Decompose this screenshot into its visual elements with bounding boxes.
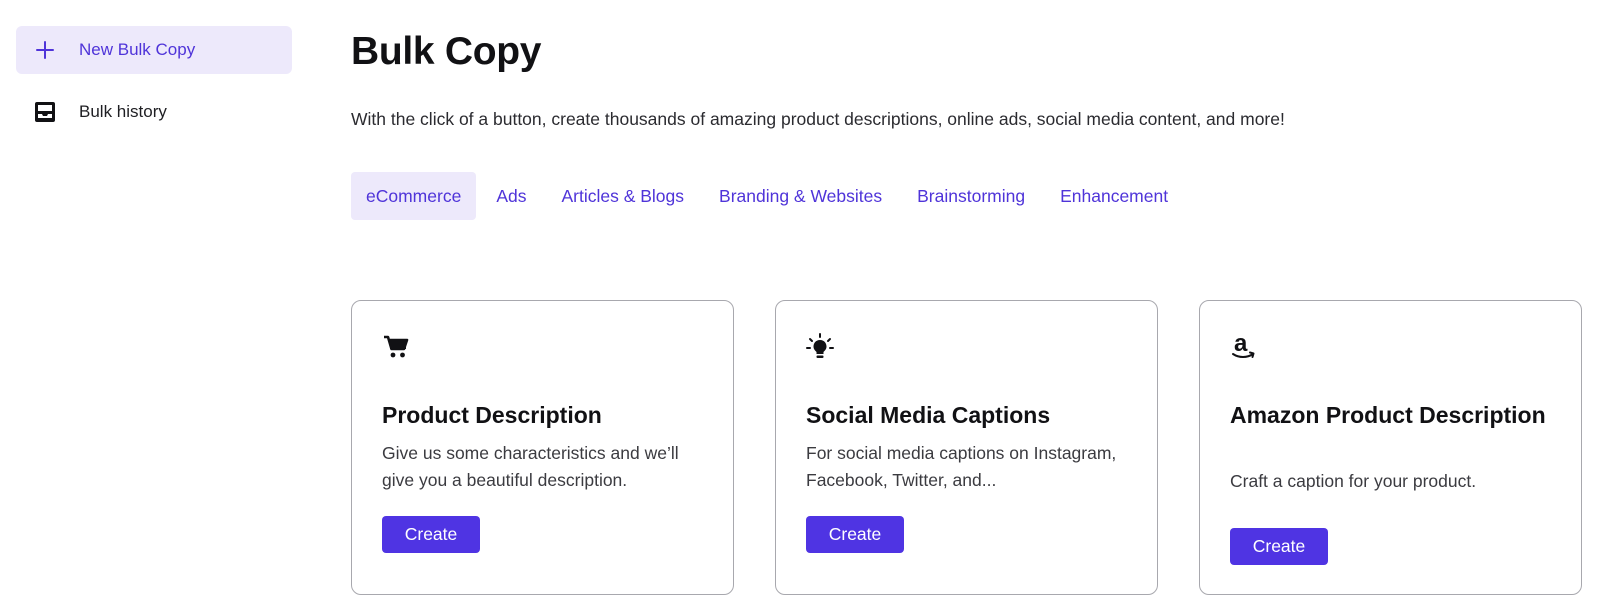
card-description: For social media captions on Instagram, … bbox=[806, 443, 1117, 490]
sidebar-item-label: New Bulk Copy bbox=[79, 40, 196, 59]
amazon-logo-icon: a bbox=[1230, 332, 1258, 362]
page-subtitle: With the click of a button, create thous… bbox=[351, 109, 1285, 129]
card-product-description: Product Description Give us some charact… bbox=[351, 300, 734, 595]
tab-ecommerce[interactable]: eCommerce bbox=[351, 172, 477, 220]
lightbulb-icon bbox=[806, 332, 834, 362]
tab-brainstorming[interactable]: Brainstorming bbox=[902, 172, 1040, 220]
sidebar: New Bulk Copy Bulk history bbox=[16, 26, 292, 136]
card-title: Social Media Captions bbox=[806, 402, 1051, 428]
sidebar-item-label: Bulk history bbox=[79, 102, 167, 121]
card-description: Give us some characteristics and we’ll g… bbox=[382, 443, 679, 490]
shopping-cart-icon bbox=[382, 332, 410, 362]
tab-articles-blogs[interactable]: Articles & Blogs bbox=[546, 172, 699, 220]
create-button[interactable]: Create bbox=[1230, 528, 1328, 565]
card-title: Amazon Product Description bbox=[1230, 402, 1546, 428]
create-button[interactable]: Create bbox=[806, 516, 904, 553]
sidebar-item-new-bulk-copy[interactable]: New Bulk Copy bbox=[16, 26, 292, 74]
card-social-media-captions: Social Media Captions For social media c… bbox=[775, 300, 1158, 595]
card-amazon-product-description: a Amazon Product Description Craft a cap… bbox=[1199, 300, 1582, 595]
plus-icon bbox=[33, 38, 57, 62]
card-title: Product Description bbox=[382, 402, 602, 428]
tab-enhancement[interactable]: Enhancement bbox=[1045, 172, 1183, 220]
template-cards: Product Description Give us some charact… bbox=[351, 300, 1582, 595]
tab-branding-websites[interactable]: Branding & Websites bbox=[704, 172, 897, 220]
svg-text:a: a bbox=[1234, 332, 1248, 357]
card-description: Craft a caption for your product. bbox=[1230, 471, 1477, 491]
page-title: Bulk Copy bbox=[351, 30, 542, 73]
tab-ads[interactable]: Ads bbox=[481, 172, 541, 220]
inbox-tray-icon bbox=[33, 100, 57, 124]
sidebar-item-bulk-history[interactable]: Bulk history bbox=[16, 88, 292, 136]
create-button[interactable]: Create bbox=[382, 516, 480, 553]
category-tabs: eCommerce Ads Articles & Blogs Branding … bbox=[351, 172, 1188, 220]
